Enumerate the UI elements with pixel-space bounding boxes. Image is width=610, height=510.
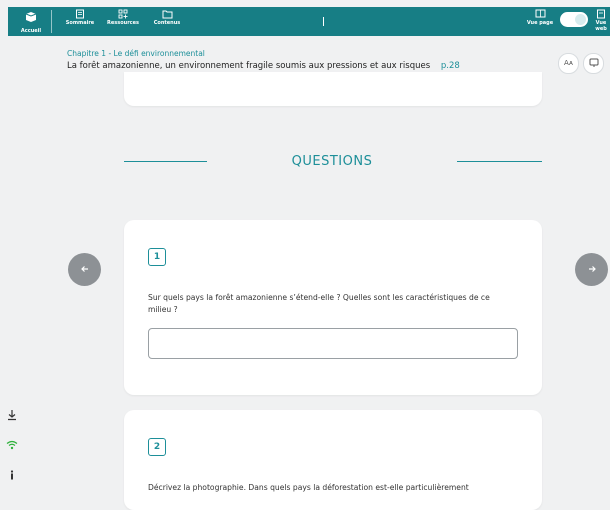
nav-ressources[interactable]: Ressources (103, 9, 143, 26)
font-size-button[interactable]: Aᴀ (558, 53, 579, 74)
home-icon (25, 12, 37, 22)
download-button[interactable] (0, 403, 24, 427)
nav-sommaire-label: Sommaire (65, 20, 95, 26)
info-button[interactable] (0, 463, 24, 487)
download-icon (8, 410, 16, 421)
book-icon (76, 9, 84, 19)
question-card-1: 1 Sur quels pays la forêt amazonienne s’… (124, 220, 542, 395)
nav-ressources-label: Ressources (107, 20, 139, 26)
lesson-title-text: La forêt amazonienne, un environnement f… (67, 61, 431, 71)
wifi-icon (6, 440, 18, 450)
previous-page-button[interactable] (68, 253, 101, 286)
view-web-button[interactable]: Vue web (590, 9, 610, 32)
toggle-knob (575, 14, 586, 25)
view-toggle[interactable] (560, 12, 588, 27)
question-text-2: Décrivez la photographie. Dans quels pay… (148, 483, 469, 492)
screen-icon (589, 58, 598, 67)
web-view-icon (597, 9, 605, 19)
arrow-right-icon (588, 266, 596, 272)
arrow-left-icon (80, 266, 88, 272)
folder-icon (162, 10, 172, 19)
view-page-button[interactable]: Vue page (524, 9, 556, 26)
display-button[interactable] (583, 53, 604, 74)
question-text-1: Sur quels pays la forêt amazonienne s’ét… (148, 293, 490, 314)
chapter-label: Chapitre 1 - Le défi environnemental (67, 49, 205, 58)
connection-status[interactable] (0, 433, 24, 457)
title-rule-right (457, 161, 542, 162)
lesson-title: La forêt amazonienne, un environnement f… (67, 61, 460, 71)
nav-contenus-label: Contenus (153, 20, 181, 26)
top-toolbar: Accueil Sommaire Ressources Contenus Vue… (8, 7, 610, 36)
previous-content-card (124, 72, 542, 106)
question-card-2: 2 Décrivez la photographie. Dans quels p… (124, 410, 542, 510)
question-number-1: 1 (148, 248, 166, 266)
nav-contenus[interactable]: Contenus (147, 9, 187, 26)
title-rule-left (124, 161, 207, 162)
page-number-link[interactable]: p.28 (441, 61, 460, 71)
view-page-label: Vue page (526, 20, 554, 26)
home-label: Accueil (20, 28, 42, 34)
page-view-icon (535, 9, 545, 18)
question-number-2: 2 (148, 438, 166, 456)
toolbar-divider (51, 10, 52, 33)
grid-icon (118, 9, 128, 19)
view-web-label: Vue web (595, 20, 607, 32)
text-cursor (323, 17, 324, 26)
answer-field-1[interactable] (148, 328, 518, 359)
nav-sommaire[interactable]: Sommaire (60, 9, 100, 26)
next-page-button[interactable] (575, 253, 608, 286)
home-button[interactable]: Accueil (16, 8, 46, 35)
section-title: QUESTIONS (291, 154, 373, 169)
info-icon (10, 470, 14, 480)
